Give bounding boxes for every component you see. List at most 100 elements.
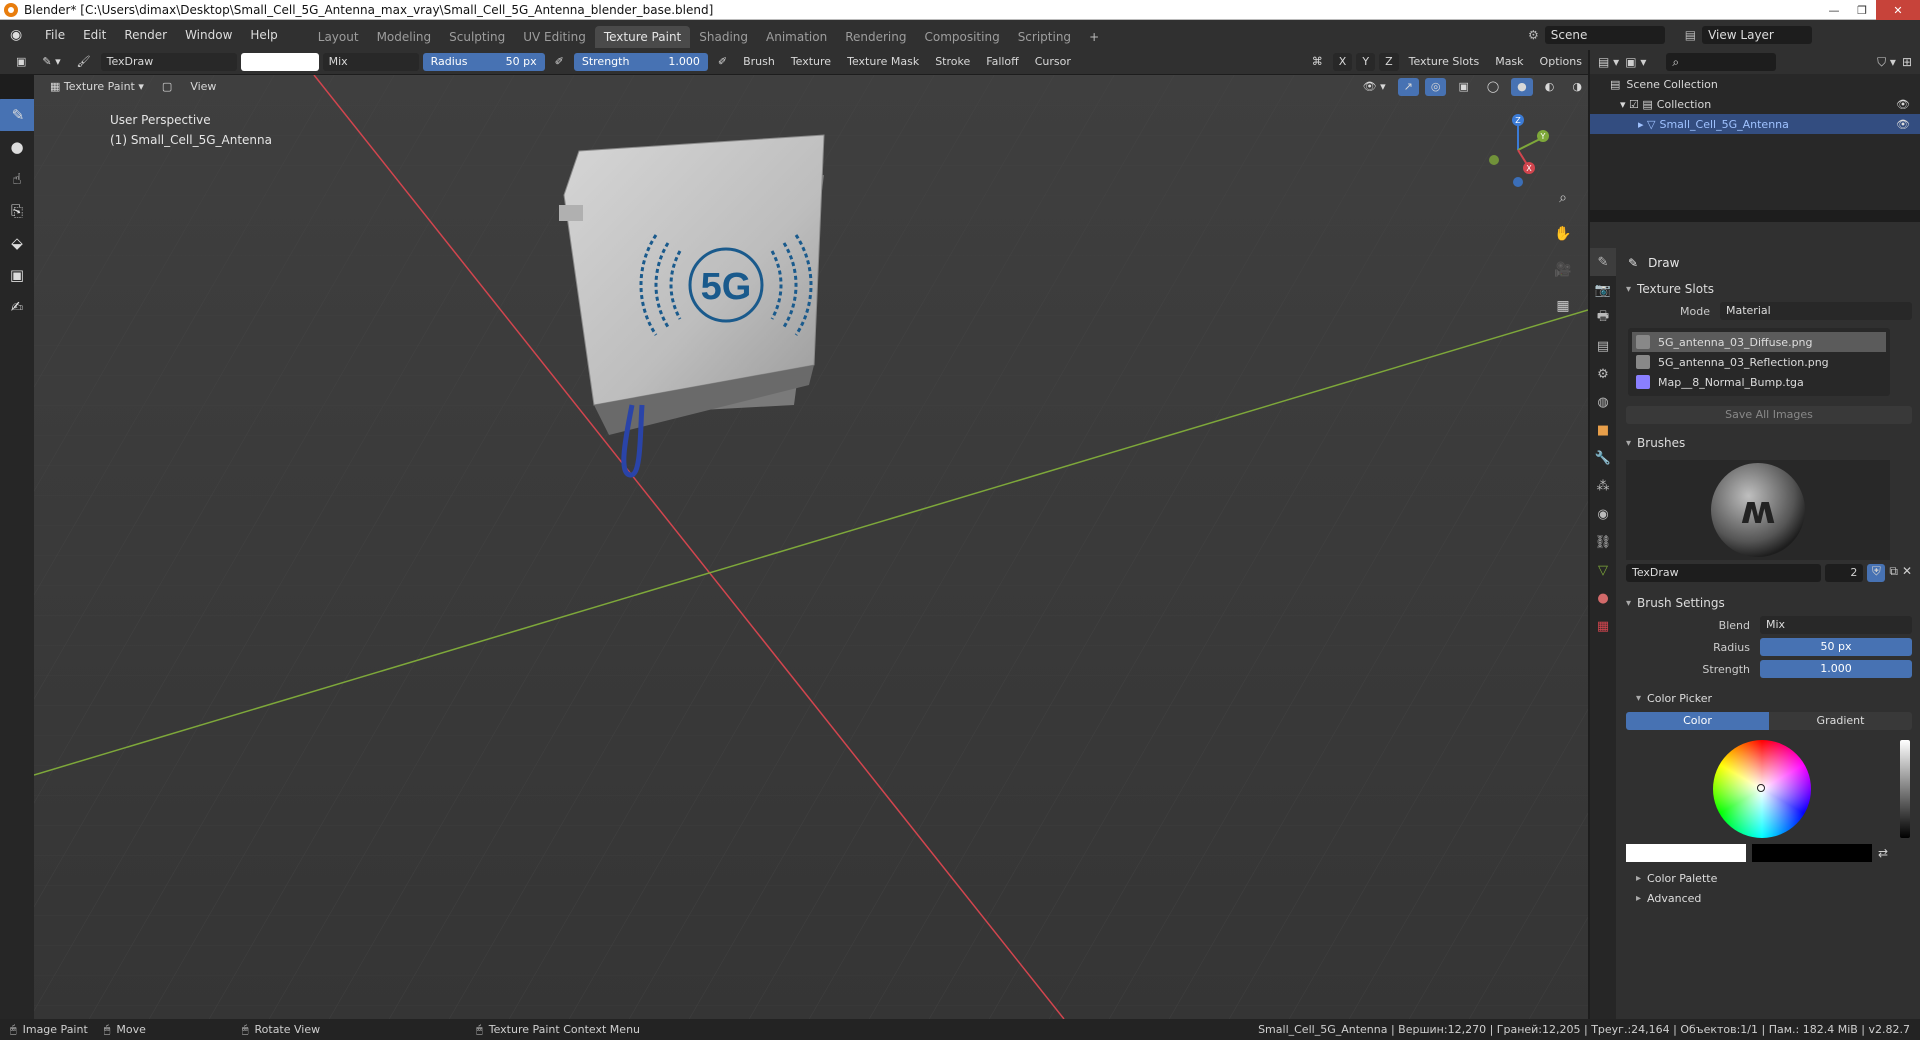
color-palette-subpanel[interactable]: Color Palette — [1618, 868, 1920, 888]
tool-tab-icon[interactable]: ✎ — [1590, 248, 1616, 276]
list-item[interactable]: 5G_antenna_03_Reflection.png — [1632, 352, 1886, 372]
object-eye-icon[interactable]: 👁 — [1896, 118, 1910, 131]
save-all-images-button[interactable]: Save All Images — [1626, 406, 1912, 424]
object-row[interactable]: ▸ ▽ Small_Cell_5G_Antenna 👁 — [1590, 114, 1920, 134]
menu-file[interactable]: File — [36, 20, 74, 50]
render-tab-icon[interactable]: 📷 — [1590, 276, 1616, 304]
rendered-shading-icon[interactable]: ◑ — [1566, 78, 1588, 96]
menu-help[interactable]: Help — [241, 20, 286, 50]
texture-slots-panel[interactable]: Texture Slots — [1618, 278, 1920, 300]
blend-dropdown[interactable]: Mix — [1760, 616, 1912, 634]
options-menu[interactable]: Options — [1534, 53, 1588, 71]
brushes-panel[interactable]: Brushes — [1618, 432, 1920, 454]
tab-rendering[interactable]: Rendering — [836, 26, 915, 48]
brush-menu[interactable]: Brush — [737, 53, 781, 71]
cursor-menu[interactable]: Cursor — [1029, 53, 1077, 71]
radius-pressure-icon[interactable]: ✐ — [549, 53, 570, 71]
mirror-x-toggle[interactable]: X — [1332, 53, 1353, 71]
fake-user-icon[interactable]: ⛨ — [1867, 564, 1886, 582]
overlay-toggle-icon[interactable]: ◎ — [1424, 78, 1447, 96]
annotate-tool-icon[interactable]: ✍ — [0, 291, 34, 323]
texture-mask-menu[interactable]: Texture Mask — [841, 53, 925, 71]
falloff-menu[interactable]: Falloff — [980, 53, 1024, 71]
maximize-button[interactable]: ❐ — [1848, 0, 1876, 20]
mirror-z-toggle[interactable]: Z — [1379, 53, 1399, 71]
draw-tool-icon[interactable]: ✎ — [0, 99, 38, 131]
minimize-button[interactable]: — — [1820, 0, 1848, 20]
particles-tab-icon[interactable]: ⁂ — [1590, 472, 1616, 500]
symmetry-icon[interactable]: ⌘ — [1306, 53, 1329, 71]
visibility-icon[interactable]: 👁 ▾ — [1357, 78, 1392, 96]
tab-color[interactable]: Color — [1626, 712, 1769, 730]
scene-collection-row[interactable]: ▤ Scene Collection — [1590, 74, 1920, 94]
ortho-grid-icon[interactable]: ▦ — [1552, 295, 1574, 317]
object-tab-icon[interactable]: ■ — [1590, 416, 1616, 444]
unlink-brush-icon[interactable]: ✕ — [1902, 564, 1912, 582]
view-layer-selector[interactable]: View Layer — [1702, 26, 1813, 44]
duplicate-brush-icon[interactable]: ⧉ — [1889, 564, 1898, 582]
navigation-gizmo[interactable]: Z Y X — [1488, 110, 1558, 190]
mask-tool-icon[interactable]: ▣ — [0, 259, 34, 291]
camera-view-icon[interactable]: 🎥 — [1552, 259, 1574, 281]
gizmo-toggle-icon[interactable]: ↗ — [1397, 78, 1419, 96]
clone-tool-icon[interactable]: ⎘ — [0, 195, 34, 227]
brush-name-field[interactable]: TexDraw — [100, 53, 237, 71]
brush-settings-panel[interactable]: Brush Settings — [1618, 592, 1920, 614]
advanced-subpanel[interactable]: Advanced — [1618, 888, 1920, 908]
fill-tool-icon[interactable]: ⬙ — [0, 227, 34, 259]
mode-dropdown[interactable]: Material — [1720, 302, 1912, 320]
collection-row[interactable]: ▾ ☑ ▤ Collection 👁 — [1590, 94, 1920, 114]
stroke-menu[interactable]: Stroke — [929, 53, 976, 71]
menu-window[interactable]: Window — [176, 20, 241, 50]
primary-color-swatch[interactable] — [1626, 844, 1746, 862]
close-button[interactable]: ✕ — [1876, 0, 1920, 20]
brush-name-field[interactable]: TexDraw — [1626, 564, 1822, 582]
tab-uv-editing[interactable]: UV Editing — [514, 26, 595, 48]
secondary-color-swatch[interactable] — [1752, 844, 1872, 862]
texture-slots-menu[interactable]: Texture Slots — [1403, 53, 1486, 71]
add-workspace-button[interactable]: + — [1080, 26, 1108, 48]
tab-layout[interactable]: Layout — [309, 26, 368, 48]
paint-tool-icon[interactable]: ✎ ▾ — [36, 53, 66, 71]
tab-sculpting[interactable]: Sculpting — [440, 26, 514, 48]
texture-tab-icon[interactable]: ▦ — [1590, 612, 1616, 640]
zoom-icon[interactable]: ⌕ — [1552, 187, 1574, 209]
editor-type-icon[interactable]: ▣ — [10, 53, 32, 71]
menu-render[interactable]: Render — [115, 20, 176, 50]
texture-menu[interactable]: Texture — [785, 53, 837, 71]
tab-modeling[interactable]: Modeling — [368, 26, 441, 48]
outliner-editor-icon[interactable]: ▤ ▾ — [1598, 55, 1619, 69]
list-item[interactable]: 5G_antenna_03_Diffuse.png — [1632, 332, 1886, 352]
physics-tab-icon[interactable]: ◉ — [1590, 500, 1616, 528]
blend-mode-dropdown[interactable]: Mix — [322, 53, 419, 71]
pan-hand-icon[interactable]: ✋ — [1552, 223, 1574, 245]
blender-menu-icon[interactable]: ◉ — [10, 27, 26, 43]
brush-users-count[interactable]: 2 — [1825, 564, 1864, 582]
new-collection-icon[interactable]: ⊞ — [1902, 55, 1912, 69]
brush-color-swatch[interactable] — [240, 53, 319, 71]
radius-slider[interactable]: Radius 50 px — [422, 53, 545, 71]
swap-colors-icon[interactable]: ⇄ — [1878, 846, 1888, 860]
tab-animation[interactable]: Animation — [757, 26, 836, 48]
xray-icon[interactable]: ▣ — [1452, 78, 1474, 96]
scene-selector[interactable]: Scene — [1544, 26, 1665, 44]
smear-tool-icon[interactable]: ☝ — [0, 163, 34, 195]
3d-viewport[interactable]: 5G User Perspective (1) Small_Cell_5G_An… — [34, 75, 1588, 1019]
tab-compositing[interactable]: Compositing — [915, 26, 1008, 48]
mask-toggle-icon[interactable]: ▢ — [156, 78, 178, 96]
outliner-search-input[interactable]: ⌕ — [1666, 53, 1777, 71]
view-menu[interactable]: View — [184, 78, 222, 96]
menu-edit[interactable]: Edit — [74, 20, 115, 50]
data-tab-icon[interactable]: ▽ — [1590, 556, 1616, 584]
color-wheel[interactable] — [1713, 740, 1811, 838]
brush-preview[interactable]: ʍ — [1626, 460, 1890, 560]
color-wheel-cursor[interactable] — [1757, 784, 1765, 792]
display-mode-icon[interactable]: ▣ ▾ — [1625, 55, 1646, 69]
strength-pressure-icon[interactable]: ✐ — [712, 53, 733, 71]
value-slider[interactable] — [1900, 740, 1910, 838]
world-tab-icon[interactable]: ◍ — [1590, 388, 1616, 416]
strength-field[interactable]: 1.000 — [1760, 660, 1912, 678]
list-item[interactable]: Map__8_Normal_Bump.tga — [1632, 372, 1886, 392]
constraints-tab-icon[interactable]: ⛓ — [1590, 528, 1616, 556]
color-picker-subpanel[interactable]: Color Picker — [1618, 688, 1920, 708]
